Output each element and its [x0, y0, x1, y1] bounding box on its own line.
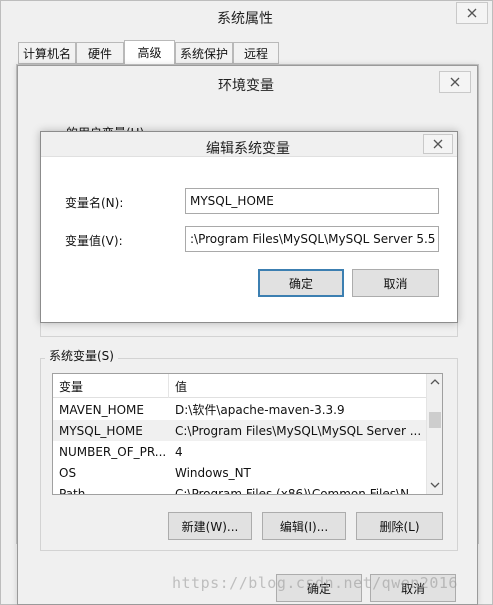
- variable-name-cell: MYSQL_HOME: [59, 423, 143, 438]
- tab-hardware[interactable]: 硬件: [76, 42, 124, 64]
- variable-name-cell: OS: [59, 465, 77, 480]
- variable-value-cell: C:\Program Files\MySQL\MySQL Server ...: [175, 423, 422, 438]
- table-vertical-scrollbar[interactable]: [426, 374, 442, 494]
- watermark-text: https://blog.csdn.net/qwen2016: [172, 574, 458, 592]
- edit-dialog-ok-button[interactable]: 确定: [258, 269, 344, 297]
- variable-name-cell: MAVEN_HOME: [59, 402, 144, 417]
- system-variables-table[interactable]: 变量 值 MAVEN_HOME D:\软件\apache-maven-3.3.9…: [52, 373, 443, 495]
- table-row[interactable]: NUMBER_OF_PR... 4: [53, 441, 426, 462]
- variable-value-cell: 4: [175, 444, 183, 459]
- variable-value-cell: D:\软件\apache-maven-3.3.9: [175, 403, 345, 417]
- delete-variable-button[interactable]: 删除(L): [356, 512, 443, 540]
- table-row-selected[interactable]: MYSQL_HOME C:\Program Files\MySQL\MySQL …: [53, 420, 426, 441]
- variable-value-cell: C:\Program Files (x86)\Common Files\N...: [175, 486, 421, 495]
- edit-dialog-close-button[interactable]: [423, 134, 453, 154]
- table-header: 变量 值: [53, 374, 426, 398]
- edit-variable-button[interactable]: 编辑(I)...: [262, 512, 346, 540]
- close-icon: [433, 139, 443, 149]
- column-header-value[interactable]: 值: [169, 374, 426, 398]
- table-row[interactable]: MAVEN_HOME D:\软件\apache-maven-3.3.9: [53, 399, 426, 420]
- scrollbar-thumb[interactable]: [429, 412, 441, 428]
- variable-value-label: 变量值(V):: [65, 234, 123, 248]
- variable-name-input[interactable]: MYSQL_HOME: [185, 188, 439, 214]
- tab-computer-name[interactable]: 计算机名: [18, 42, 76, 64]
- table-row[interactable]: OS Windows_NT: [53, 462, 426, 483]
- tab-system-protection[interactable]: 系统保护: [175, 42, 233, 64]
- new-variable-button[interactable]: 新建(W)...: [168, 512, 252, 540]
- system-variables-label: 系统变量(S): [45, 347, 118, 364]
- tab-remote[interactable]: 远程: [233, 42, 279, 64]
- edit-system-variable-dialog: 编辑系统变量 变量名(N): MYSQL_HOME 变量值(V): :\Prog…: [40, 131, 458, 323]
- close-icon: [450, 77, 460, 87]
- close-icon: [467, 8, 477, 18]
- edit-dialog-cancel-button[interactable]: 取消: [352, 269, 439, 297]
- tab-advanced[interactable]: 高级: [124, 40, 175, 65]
- variable-name-cell: Path: [59, 486, 86, 495]
- environment-variables-title: 环境变量: [218, 78, 274, 94]
- variable-name-label: 变量名(N):: [65, 196, 124, 210]
- variable-name-cell: NUMBER_OF_PR...: [59, 444, 167, 459]
- edit-dialog-title: 编辑系统变量: [206, 141, 290, 157]
- scroll-up-icon[interactable]: [430, 378, 440, 386]
- variable-value-cell: Windows_NT: [175, 465, 251, 480]
- table-row[interactable]: Path C:\Program Files (x86)\Common Files…: [53, 483, 426, 495]
- system-properties-close-button[interactable]: [456, 2, 488, 24]
- scroll-down-icon[interactable]: [430, 481, 440, 489]
- variable-value-input[interactable]: :\Program Files\MySQL\MySQL Server 5.5: [185, 226, 439, 252]
- environment-variables-close-button[interactable]: [439, 71, 471, 93]
- system-properties-title: 系统属性: [217, 11, 273, 27]
- column-header-variable[interactable]: 变量: [53, 374, 169, 398]
